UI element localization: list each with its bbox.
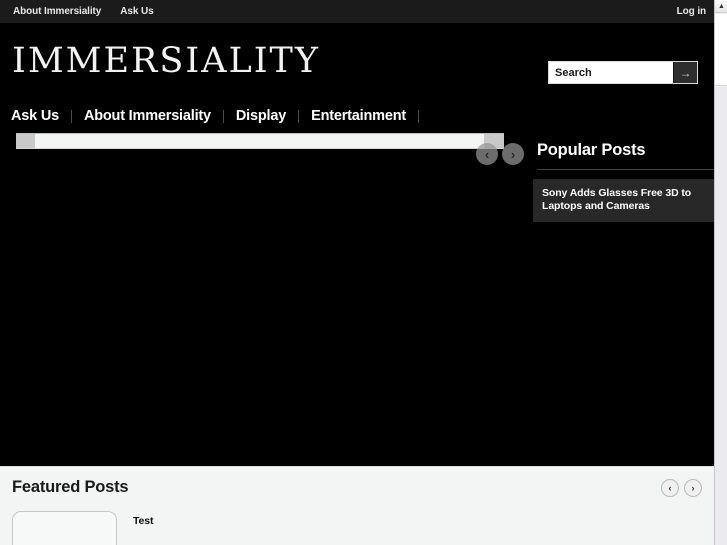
topbar-link-ask-us[interactable]: Ask Us bbox=[120, 6, 153, 17]
nav-item-entertainment[interactable]: Entertainment bbox=[311, 108, 418, 124]
login-link[interactable]: Log in bbox=[677, 6, 706, 17]
chevron-left-icon: ‹ bbox=[668, 482, 672, 493]
topbar-link-about-immersiality[interactable]: About Immersiality bbox=[13, 6, 101, 17]
main-navigation: Ask Us About Immersiality Display Entert… bbox=[0, 101, 714, 131]
site-logo[interactable]: IMMERSIALITY bbox=[12, 41, 320, 81]
featured-posts-heading: Featured Posts bbox=[12, 478, 129, 496]
carousel-next-button[interactable]: › bbox=[502, 143, 524, 165]
scrollbar-thumb[interactable] bbox=[715, 14, 727, 86]
featured-post-title: Test bbox=[133, 515, 154, 527]
popular-post-title: Sony Adds Glasses Free 3D to Laptops and… bbox=[542, 187, 692, 212]
popular-post-item[interactable]: Sony Adds Glasses Free 3D to Laptops and… bbox=[533, 179, 714, 222]
site-header: IMMERSIALITY → bbox=[0, 23, 714, 101]
hero-carousel: ‹ › bbox=[0, 131, 528, 465]
nav-item-about-immersiality[interactable]: About Immersiality bbox=[84, 108, 223, 124]
page-root: About Immersiality Ask Us Log in IMMERSI… bbox=[0, 0, 727, 545]
scrollbar-up-button[interactable]: ▲ bbox=[715, 0, 727, 13]
popular-posts-heading: Popular Posts bbox=[537, 141, 646, 159]
chevron-right-icon: › bbox=[510, 146, 516, 162]
featured-posts-section: Featured Posts ‹ › Test bbox=[0, 466, 714, 545]
top-utility-links: About Immersiality Ask Us bbox=[13, 6, 154, 17]
arrow-right-icon: → bbox=[679, 65, 692, 80]
top-utility-bar: About Immersiality Ask Us Log in bbox=[0, 0, 714, 23]
carousel-prev-button[interactable]: ‹ bbox=[476, 143, 498, 165]
chevron-left-icon: ‹ bbox=[484, 146, 490, 162]
featured-post-thumbnail[interactable] bbox=[12, 511, 117, 545]
search-submit-button[interactable]: → bbox=[673, 62, 697, 83]
popular-posts-divider bbox=[537, 169, 714, 170]
nav-divider bbox=[298, 109, 300, 123]
featured-prev-button[interactable]: ‹ bbox=[661, 479, 679, 497]
carousel-navigation: ‹ › bbox=[476, 143, 524, 165]
featured-next-button[interactable]: › bbox=[684, 479, 702, 497]
chevron-right-icon: › bbox=[691, 482, 695, 493]
nav-divider bbox=[70, 109, 72, 123]
carousel-placeholder-left-block bbox=[16, 134, 35, 148]
nav-item-display[interactable]: Display bbox=[236, 108, 298, 124]
nav-item-ask-us[interactable]: Ask Us bbox=[11, 108, 71, 124]
top-utility-right: Log in bbox=[677, 6, 706, 17]
nav-divider bbox=[222, 109, 224, 123]
search-form: → bbox=[548, 61, 698, 84]
search-input[interactable] bbox=[549, 62, 673, 83]
vertical-scrollbar[interactable]: ▲ bbox=[714, 0, 727, 545]
caret-up-icon: ▲ bbox=[718, 2, 725, 10]
featured-post-item[interactable]: Test bbox=[12, 511, 154, 545]
scrollbar-track[interactable] bbox=[715, 87, 727, 545]
carousel-image-placeholder bbox=[16, 133, 504, 149]
featured-posts-navigation: ‹ › bbox=[661, 479, 702, 497]
popular-posts-sidebar: Popular Posts Sony Adds Glasses Free 3D … bbox=[528, 131, 714, 465]
nav-divider bbox=[417, 109, 419, 123]
